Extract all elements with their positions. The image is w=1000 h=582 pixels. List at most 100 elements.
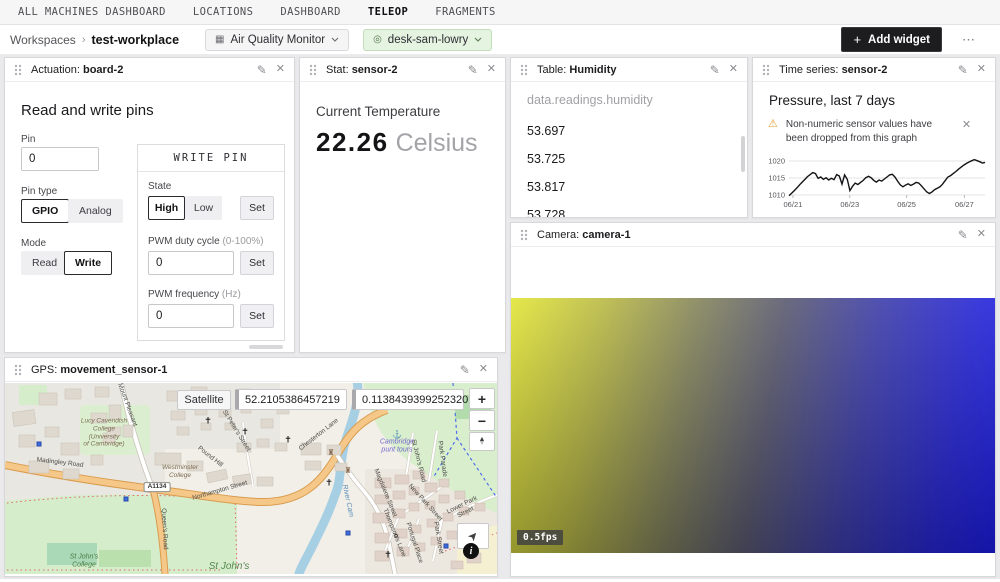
latitude-input[interactable]: 52.2105386457219: [235, 389, 347, 410]
horizontal-scrollbar[interactable]: [249, 345, 283, 349]
widget-camera: Camera: camera-1 ✎ ✕ 0.5fps: [510, 222, 996, 577]
widget-header: Time series: sensor-2 ✎ ✕: [753, 58, 995, 82]
synagogue-icon: ✡: [393, 534, 399, 541]
edit-icon[interactable]: ✎: [958, 64, 968, 76]
write-pin-title: WRITE PIN: [138, 145, 284, 172]
chevron-down-icon: [331, 37, 339, 42]
breadcrumb-current[interactable]: test-workplace: [91, 33, 179, 47]
close-icon[interactable]: ✕: [977, 229, 986, 240]
table-column-header: data.readings.humidity: [527, 93, 731, 107]
close-icon[interactable]: ✕: [487, 64, 496, 75]
nav-item[interactable]: FRAGMENTS: [435, 6, 496, 18]
table-row: 53.728: [527, 201, 731, 218]
workspace-select[interactable]: ▦ Air Quality Monitor: [205, 29, 349, 51]
write-pin-panel: WRITE PIN State High Low Set PWM duty cy…: [137, 144, 285, 341]
pressure-chart: 10101015102006/2106/2306/2506/27: [753, 151, 996, 215]
pin-type-analog-button[interactable]: Analog: [68, 199, 123, 223]
widget-header: Table: Humidity ✎ ✕: [511, 58, 747, 82]
drag-handle-icon[interactable]: [14, 364, 22, 376]
widget-title: Actuation: board-2: [31, 64, 123, 76]
pwm-freq-set-button[interactable]: Set: [240, 304, 274, 328]
close-icon[interactable]: ✕: [977, 64, 986, 75]
breadcrumb-separator: ›: [82, 34, 86, 46]
toolbar: Workspaces › test-workplace ▦ Air Qualit…: [0, 25, 1000, 55]
state-low-button[interactable]: Low: [185, 196, 222, 220]
widget-title: Table: Humidity: [537, 64, 616, 76]
more-menu-icon[interactable]: ⋯: [962, 32, 976, 48]
pin-type-label: Pin type: [21, 186, 57, 197]
camera-stream[interactable]: 0.5fps: [511, 298, 995, 553]
mode-write-button[interactable]: Write: [64, 251, 112, 275]
pwm-freq-label: PWM frequency (Hz): [148, 289, 274, 300]
nav-item[interactable]: ALL MACHINES DASHBOARD: [18, 6, 166, 18]
page: ALL MACHINES DASHBOARD LOCATIONS DASHBOARD…: [0, 0, 1000, 582]
edit-icon[interactable]: ✎: [257, 64, 267, 76]
svg-text:1015: 1015: [768, 174, 785, 183]
fps-badge: 0.5fps: [517, 530, 563, 545]
widget-header: GPS: movement_sensor-1 ✎ ✕: [5, 358, 497, 382]
nav-item[interactable]: TELEOP: [368, 6, 408, 18]
stat-label: Current Temperature: [316, 104, 489, 119]
drag-handle-icon[interactable]: [309, 64, 317, 76]
close-icon[interactable]: ✕: [479, 364, 488, 375]
zoom-in-button[interactable]: +: [469, 388, 495, 409]
svg-text:1010: 1010: [768, 191, 785, 200]
drag-handle-icon[interactable]: [520, 64, 528, 76]
stat-unit: Celsius: [396, 129, 478, 158]
add-widget-button[interactable]: + Add widget: [841, 27, 942, 52]
state-high-button[interactable]: High: [148, 196, 185, 220]
drag-handle-icon[interactable]: [14, 64, 22, 76]
humidity-rows: 53.69753.72553.81753.728: [527, 117, 731, 218]
drag-handle-icon[interactable]: [762, 64, 770, 76]
pwm-freq-input[interactable]: [148, 304, 234, 328]
nav-item[interactable]: LOCATIONS: [193, 6, 254, 18]
anchor-icon: ⚓: [392, 431, 402, 439]
state-set-button[interactable]: Set: [240, 196, 274, 220]
close-icon[interactable]: ✕: [276, 64, 285, 75]
edit-icon[interactable]: ✎: [710, 64, 720, 76]
widget-title: Stat: sensor-2: [326, 64, 398, 76]
svg-text:06/27: 06/27: [955, 200, 974, 209]
longitude-input[interactable]: 0.11384393992523201: [352, 389, 464, 410]
edit-icon[interactable]: ✎: [468, 64, 478, 76]
widget-timeseries: Time series: sensor-2 ✎ ✕ Pressure, last…: [752, 57, 996, 218]
pin-type-gpio-button[interactable]: GPIO: [21, 199, 69, 223]
compass-button[interactable]: ▲▼: [469, 432, 495, 451]
church-icon: ✝: [284, 436, 292, 445]
edit-icon[interactable]: ✎: [958, 229, 968, 241]
widget-title: GPS: movement_sensor-1: [31, 364, 167, 376]
svg-text:06/23: 06/23: [840, 200, 859, 209]
machine-icon: ◎: [373, 35, 382, 45]
edit-icon[interactable]: ✎: [460, 364, 470, 376]
workspace-icon: ▦: [215, 35, 224, 45]
map-canvas[interactable]: Mount PleasantMadingley RoadLucy Cavendi…: [5, 383, 497, 574]
nav-item[interactable]: DASHBOARD: [280, 6, 341, 18]
marker-icon: [444, 544, 449, 549]
pwm-duty-set-button[interactable]: Set: [240, 251, 274, 275]
pwm-duty-input[interactable]: [148, 251, 234, 275]
state-label: State: [148, 181, 274, 192]
breadcrumb-workspaces[interactable]: Workspaces: [10, 33, 76, 47]
machine-select[interactable]: ◎ desk-sam-lowry: [363, 29, 492, 51]
zoom-out-button[interactable]: −: [469, 410, 495, 431]
map-icons: ✝✝✝✝✝✡⚓♜♜: [5, 383, 497, 574]
close-icon[interactable]: ✕: [729, 64, 738, 75]
plus-icon: +: [853, 32, 861, 47]
table-row: 53.817: [527, 173, 731, 201]
chevron-down-icon: [474, 37, 482, 42]
svg-text:06/21: 06/21: [784, 200, 803, 209]
widget-gps: GPS: movement_sensor-1 ✎ ✕: [4, 357, 498, 577]
church-icon: ✝: [325, 479, 333, 488]
satellite-toggle-button[interactable]: Satellite: [177, 390, 231, 410]
drag-handle-icon[interactable]: [520, 229, 528, 241]
warning-dismiss-icon[interactable]: ✕: [962, 118, 971, 145]
info-icon[interactable]: i: [463, 543, 479, 559]
tower-icon: ♜: [344, 467, 351, 475]
pin-input[interactable]: [21, 147, 99, 171]
add-widget-label: Add widget: [868, 34, 930, 46]
vertical-scrollbar[interactable]: [741, 136, 745, 172]
mode-read-button[interactable]: Read: [21, 251, 68, 275]
warning-icon: ⚠: [768, 118, 778, 145]
marker-icon: [37, 442, 42, 447]
marker-icon: [346, 531, 351, 536]
